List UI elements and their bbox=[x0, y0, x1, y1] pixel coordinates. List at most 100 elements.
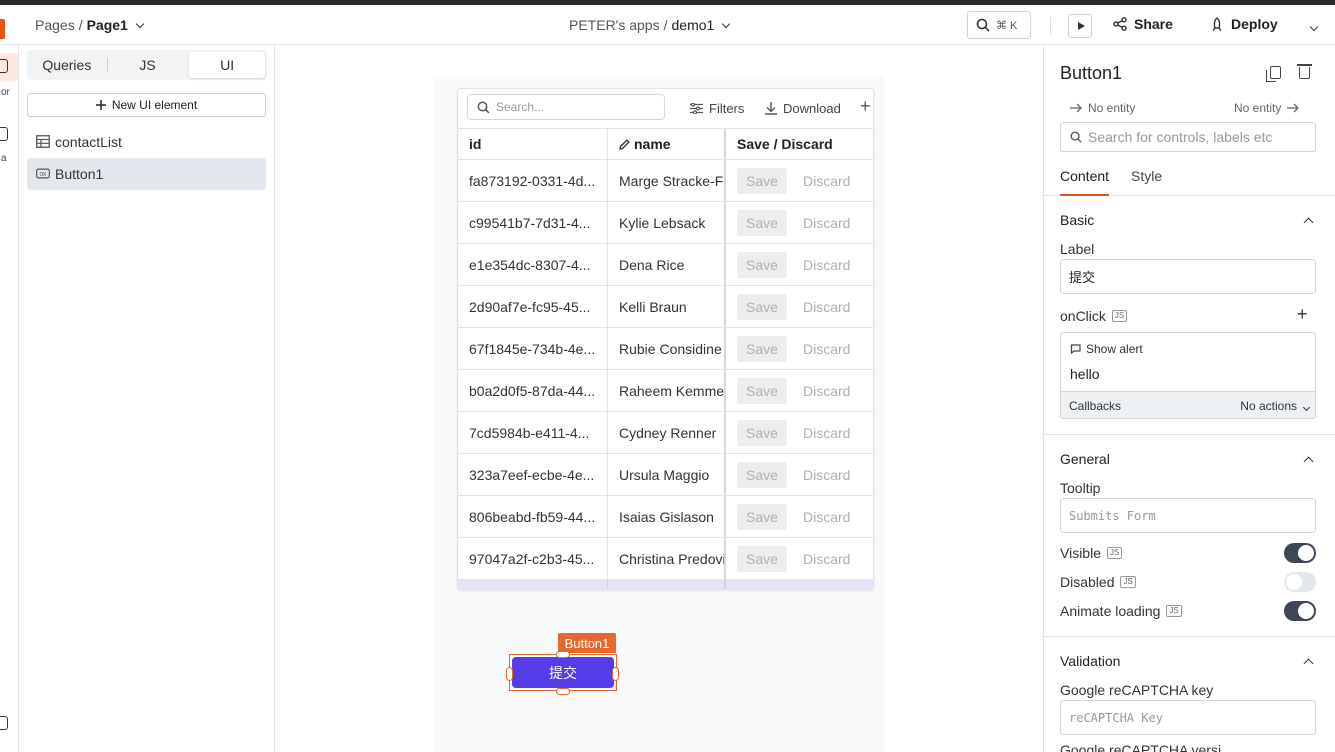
table-row[interactable]: 67f1845e-734b-4e... Rubie Considine Save Di… bbox=[458, 328, 873, 370]
column-header-actions[interactable]: Save / Discard bbox=[726, 129, 873, 159]
label-input[interactable]: 提交 bbox=[1060, 259, 1316, 294]
contactlist-table-widget[interactable]: Search... Filters Download + id name Sav… bbox=[457, 88, 874, 590]
column-header-name[interactable]: name bbox=[608, 129, 726, 159]
js-toggle-icon[interactable]: JS bbox=[1107, 547, 1123, 559]
omnibar-search-button[interactable]: ⌘ K bbox=[967, 11, 1031, 39]
library-icon[interactable] bbox=[0, 716, 8, 730]
callbacks-row[interactable]: Callbacks No actions bbox=[1061, 391, 1315, 418]
tooltip-input[interactable]: Submits Form bbox=[1060, 498, 1316, 533]
deploy-button[interactable]: Deploy bbox=[1210, 16, 1278, 32]
row-save-button[interactable]: Save bbox=[737, 293, 787, 320]
cell-name[interactable]: Christina Predovi bbox=[608, 538, 726, 579]
app-title[interactable]: PETER's apps / demo1 bbox=[569, 17, 731, 33]
breadcrumb-page[interactable]: Page1 bbox=[87, 17, 128, 33]
cell-id[interactable]: fa873192-0331-4d... bbox=[458, 160, 608, 201]
table-filters-button[interactable]: Filters bbox=[690, 101, 744, 116]
submit-button-widget[interactable]: 提交 bbox=[512, 657, 614, 688]
row-discard-button[interactable]: Discard bbox=[803, 383, 850, 399]
column-header-id[interactable]: id bbox=[458, 129, 608, 159]
app-name[interactable]: demo1 bbox=[672, 17, 715, 33]
row-discard-button[interactable]: Discard bbox=[803, 509, 850, 525]
recaptcha-key-input[interactable]: reCAPTCHA Key bbox=[1060, 700, 1316, 735]
widget-name-tag[interactable]: Button1 bbox=[558, 633, 616, 653]
table-row[interactable]: 7cd5984b-e411-4... Cydney Renner Save Disca… bbox=[458, 412, 873, 454]
add-action-icon[interactable]: + bbox=[1297, 304, 1308, 325]
js-toggle-icon[interactable]: JS bbox=[1111, 310, 1128, 322]
row-save-button[interactable]: Save bbox=[737, 545, 787, 572]
share-button[interactable]: Share bbox=[1113, 16, 1173, 32]
row-discard-button[interactable]: Discard bbox=[803, 425, 850, 441]
cell-name[interactable]: Raheem Kemme bbox=[608, 370, 726, 411]
cell-name[interactable]: Marge Stracke-Fr bbox=[608, 160, 726, 201]
cell-name[interactable]: Dena Rice bbox=[608, 244, 726, 285]
cell-name[interactable]: Ursula Maggio bbox=[608, 454, 726, 495]
onclick-action-card[interactable]: Show alert hello Callbacks No actions bbox=[1060, 332, 1316, 419]
row-discard-button[interactable]: Discard bbox=[803, 257, 850, 273]
tree-item-button1[interactable]: OK Button1 bbox=[27, 158, 266, 190]
row-discard-button[interactable]: Discard bbox=[803, 299, 850, 315]
tab-ui[interactable]: UI bbox=[189, 52, 266, 78]
resize-handle-right[interactable] bbox=[612, 667, 619, 681]
tab-content[interactable]: Content bbox=[1060, 168, 1110, 196]
incoming-entity[interactable]: No entity bbox=[1070, 101, 1135, 115]
row-save-button[interactable]: Save bbox=[737, 461, 787, 488]
cell-id[interactable]: 97047a2f-c2b3-45... bbox=[458, 538, 608, 579]
deploy-options-button[interactable] bbox=[1306, 18, 1319, 33]
table-row[interactable]: fa873192-0331-4d... Marge Stracke-Fr Save D… bbox=[458, 160, 873, 202]
cell-id[interactable]: b0a2d0f5-87da-44... bbox=[458, 370, 608, 411]
cell-id[interactable]: c99541b7-7d31-4... bbox=[458, 202, 608, 243]
widget-title[interactable]: Button1 bbox=[1060, 63, 1122, 84]
section-general[interactable]: General bbox=[1060, 451, 1316, 467]
outgoing-entity[interactable]: No entity bbox=[1234, 101, 1300, 115]
resize-handle-bottom[interactable] bbox=[556, 688, 570, 695]
cell-name[interactable]: Rubie Considine bbox=[608, 328, 726, 369]
table-search-input[interactable]: Search... bbox=[467, 94, 665, 120]
cell-name[interactable]: Cydney Renner bbox=[608, 412, 726, 453]
table-row[interactable]: 806beabd-fb59-44... Isaias Gislason Save Di… bbox=[458, 496, 873, 538]
app-logo[interactable] bbox=[0, 19, 5, 39]
add-row-icon[interactable]: + bbox=[860, 97, 871, 115]
resize-handle-top[interactable] bbox=[556, 651, 570, 658]
cell-id[interactable]: 323a7eef-ecbe-4e... bbox=[458, 454, 608, 495]
copy-icon[interactable] bbox=[1266, 66, 1281, 82]
row-discard-button[interactable]: Discard bbox=[803, 467, 850, 483]
cell-id[interactable]: e1e354dc-8307-4... bbox=[458, 244, 608, 285]
chevron-down-icon[interactable] bbox=[722, 19, 731, 28]
table-row[interactable]: c99541b7-7d31-4... Kylie Lebsack Save Disca… bbox=[458, 202, 873, 244]
table-row[interactable]: e1e354dc-8307-4... Dena Rice Save Discard bbox=[458, 244, 873, 286]
visible-toggle[interactable] bbox=[1284, 543, 1316, 563]
cell-id[interactable]: 806beabd-fb59-44... bbox=[458, 496, 608, 537]
row-discard-button[interactable]: Discard bbox=[803, 551, 850, 567]
table-row[interactable]: 323a7eef-ecbe-4e... Ursula Maggio Save Disc… bbox=[458, 454, 873, 496]
callbacks-dropdown[interactable]: No actions bbox=[1240, 399, 1311, 413]
table-row[interactable]: b0a2d0f5-87da-44... Raheem Kemme Save Disca… bbox=[458, 370, 873, 412]
cell-id[interactable]: 67f1845e-734b-4e... bbox=[458, 328, 608, 369]
table-download-button[interactable]: Download bbox=[765, 101, 841, 116]
data-icon[interactable] bbox=[0, 127, 8, 141]
cell-name[interactable]: Kylie Lebsack bbox=[608, 202, 726, 243]
table-row[interactable]: 97047a2f-c2b3-45... Christina Predovi Save… bbox=[458, 538, 873, 580]
new-ui-element-button[interactable]: New UI element bbox=[27, 93, 266, 117]
row-save-button[interactable]: Save bbox=[737, 503, 787, 530]
row-discard-button[interactable]: Discard bbox=[803, 341, 850, 357]
breadcrumb[interactable]: Pages / Page1 bbox=[35, 17, 145, 33]
row-discard-button[interactable]: Discard bbox=[803, 173, 850, 189]
row-save-button[interactable]: Save bbox=[737, 209, 787, 236]
page-canvas[interactable]: Search... Filters Download + id name Sav… bbox=[434, 77, 884, 752]
row-discard-button[interactable]: Discard bbox=[803, 215, 850, 231]
js-toggle-icon[interactable]: JS bbox=[1120, 576, 1136, 588]
js-toggle-icon[interactable]: JS bbox=[1166, 605, 1182, 617]
row-save-button[interactable]: Save bbox=[737, 251, 787, 278]
tab-style[interactable]: Style bbox=[1131, 168, 1162, 196]
cell-name[interactable]: Kelli Braun bbox=[608, 286, 726, 327]
tree-item-contactlist[interactable]: contactList bbox=[27, 126, 266, 158]
cell-id[interactable]: 7cd5984b-e411-4... bbox=[458, 412, 608, 453]
row-save-button[interactable]: Save bbox=[737, 335, 787, 362]
table-row[interactable]: 2d90af7e-fc95-45... Kelli Braun Save Discar… bbox=[458, 286, 873, 328]
cell-id[interactable]: 2d90af7e-fc95-45... bbox=[458, 286, 608, 327]
chevron-down-icon[interactable] bbox=[135, 19, 145, 28]
resize-handle-left[interactable] bbox=[506, 667, 513, 681]
property-search-input[interactable]: Search for controls, labels etc bbox=[1060, 122, 1316, 152]
row-save-button[interactable]: Save bbox=[737, 167, 787, 194]
trash-icon[interactable] bbox=[1297, 64, 1312, 79]
